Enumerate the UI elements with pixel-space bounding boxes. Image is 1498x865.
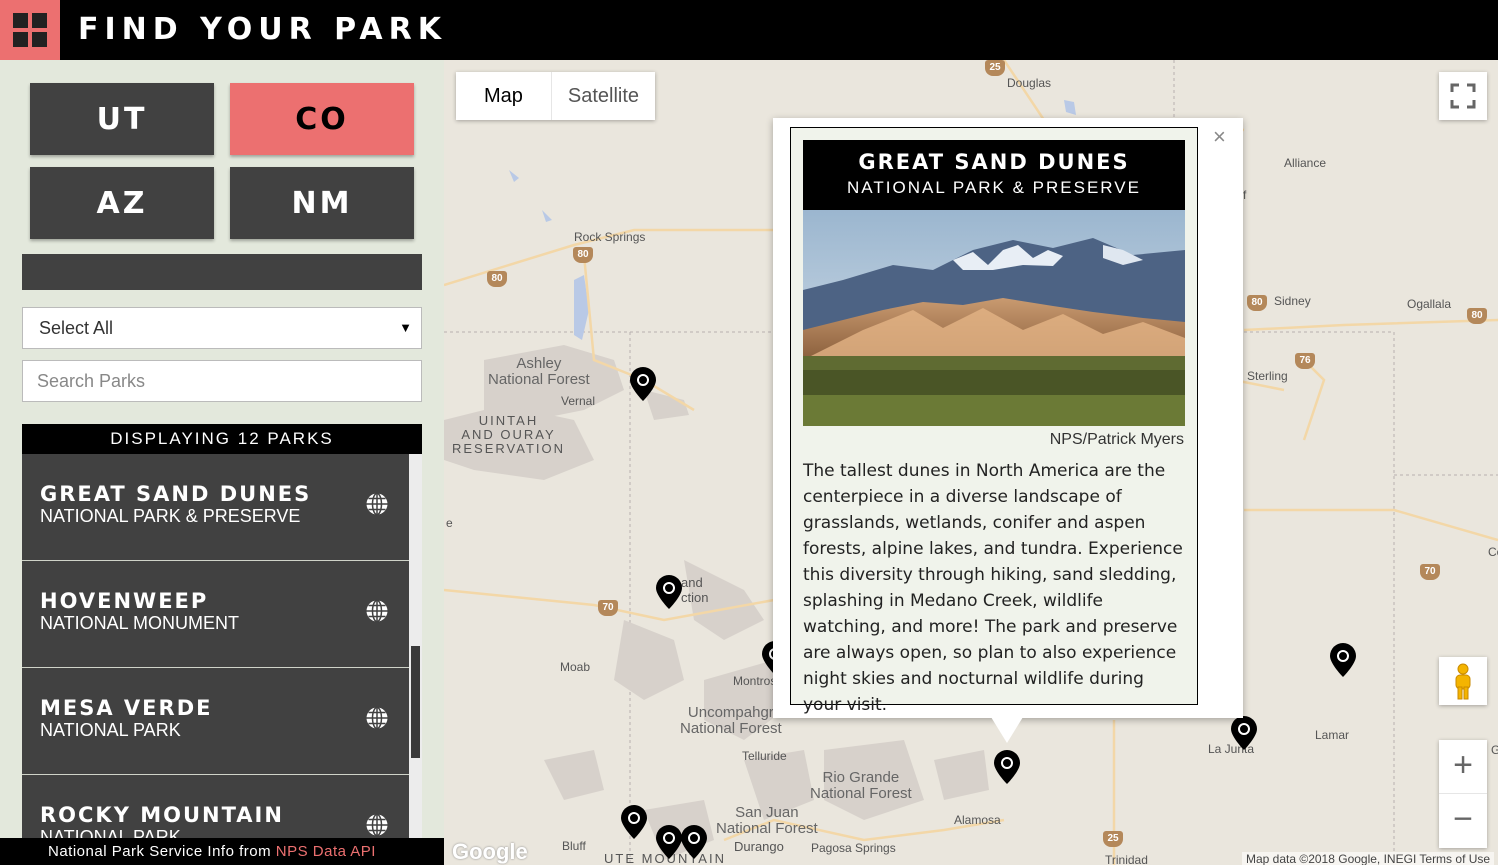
- state-button-co[interactable]: CO: [230, 83, 414, 155]
- photo-credit: NPS/Patrick Myers: [1049, 431, 1184, 448]
- park-name: HOVENWEEP: [40, 589, 209, 613]
- pegman-icon: [1455, 663, 1471, 700]
- highway-shield: 76: [1295, 353, 1315, 369]
- park-photo: [803, 210, 1185, 426]
- map-label-pagosa-springs: Pagosa Springs: [811, 841, 896, 855]
- park-list-item[interactable]: GREAT SAND DUNES NATIONAL PARK & PRESERV…: [22, 454, 409, 561]
- state-button-az[interactable]: AZ: [30, 167, 214, 239]
- map-label-montrose: Montros: [733, 674, 777, 688]
- highway-shield: 70: [1420, 564, 1440, 580]
- info-window-pointer: [991, 717, 1023, 743]
- map-label-bluff: Bluff: [562, 839, 586, 853]
- zoom-in-button[interactable]: +: [1439, 740, 1487, 794]
- park-marker-selected[interactable]: [992, 749, 1022, 785]
- map-label-san-juan: San Juan National Forest: [716, 804, 818, 837]
- info-card: GREAT SAND DUNES NATIONAL PARK & PRESERV…: [790, 127, 1198, 715]
- map-label-sterling: Sterling: [1247, 369, 1288, 383]
- park-marker[interactable]: [1328, 642, 1358, 678]
- nps-api-link[interactable]: NPS Data API: [276, 843, 376, 860]
- info-subtitle: NATIONAL PARK & PRESERVE: [847, 178, 1141, 197]
- map-label-rio-grande: Rio Grande National Forest: [810, 769, 912, 802]
- info-title: GREAT SAND DUNES: [858, 150, 1130, 174]
- map-label-durango: Durango: [734, 839, 784, 854]
- highway-shield: 80: [1467, 308, 1487, 324]
- map-label-edge-g: G: [1491, 743, 1498, 757]
- scrollbar-thumb[interactable]: [411, 646, 420, 758]
- highway-shield: 25: [1103, 831, 1123, 847]
- app-header: FIND YOUR PARK: [0, 0, 1498, 60]
- map-label-moab: Moab: [560, 660, 591, 674]
- map-view-button[interactable]: Map: [456, 72, 552, 120]
- state-button-ut[interactable]: UT: [30, 83, 214, 155]
- map-label-grand-junction: and ction: [681, 575, 709, 605]
- map[interactable]: Douglas Alliance Rock Springs Sidney Oga…: [444, 60, 1498, 865]
- park-info-window: × GREAT SAND DUNES NATIONAL PARK & PRESE…: [773, 118, 1243, 718]
- map-label-alliance: Alliance: [1284, 156, 1327, 170]
- park-marker[interactable]: [654, 574, 684, 610]
- map-type-control: Map Satellite: [456, 72, 656, 120]
- map-label-edge-f: f: [1243, 188, 1247, 202]
- globe-icon[interactable]: [365, 599, 389, 623]
- globe-icon[interactable]: [365, 813, 389, 837]
- highway-shield: 80: [1247, 295, 1267, 311]
- zoom-control: + −: [1439, 740, 1487, 848]
- map-label-ashley-forest: Ashley National Forest: [488, 355, 590, 388]
- park-name: GREAT SAND DUNES: [40, 482, 312, 506]
- park-list: GREAT SAND DUNES NATIONAL PARK & PRESERV…: [22, 454, 422, 865]
- map-label-edge-co: Co: [1488, 545, 1498, 559]
- park-marker[interactable]: [628, 366, 658, 402]
- state-button-nm[interactable]: NM: [230, 167, 414, 239]
- street-view-button[interactable]: [1439, 657, 1487, 705]
- map-label-telluride: Telluride: [742, 749, 787, 763]
- map-label-uintah: UINTAH AND OURAY RESERVATION: [452, 413, 566, 456]
- park-list-item[interactable]: HOVENWEEP NATIONAL MONUMENT: [22, 561, 409, 668]
- globe-icon[interactable]: [365, 706, 389, 730]
- close-icon[interactable]: ×: [1213, 124, 1226, 150]
- map-label-alamosa: Alamosa: [954, 813, 1001, 827]
- park-name: MESA VERDE: [40, 696, 213, 720]
- map-label-ogallala: Ogallala: [1407, 297, 1452, 311]
- info-header: GREAT SAND DUNES NATIONAL PARK & PRESERV…: [803, 140, 1185, 210]
- park-marker[interactable]: [1229, 715, 1259, 751]
- search-parks-input[interactable]: [22, 360, 422, 402]
- map-label-edge-e: e: [446, 516, 453, 530]
- map-label-rock-springs: Rock Springs: [574, 230, 646, 244]
- highway-shield: 80: [487, 271, 507, 287]
- park-type: NATIONAL MONUMENT: [40, 613, 240, 633]
- satellite-view-button[interactable]: Satellite: [552, 72, 655, 120]
- map-label-uncompahgre: Uncompahgr National Forest: [680, 704, 782, 737]
- park-description: The tallest dunes in North America are t…: [803, 461, 1183, 715]
- app-title: FIND YOUR PARK: [78, 12, 447, 47]
- map-attribution[interactable]: Map data ©2018 Google, INEGI Terms of Us…: [1242, 852, 1495, 865]
- grid-menu-icon[interactable]: [0, 0, 60, 60]
- park-count-label: DISPLAYING 12 PARKS: [22, 424, 422, 454]
- map-label-douglas: Douglas: [1007, 76, 1052, 90]
- park-marker[interactable]: [679, 824, 709, 860]
- highway-shield: 25: [985, 60, 1005, 76]
- zoom-out-button[interactable]: −: [1439, 794, 1487, 848]
- highway-shield: 80: [573, 247, 593, 263]
- dropdown-arrow-icon: ▼: [399, 320, 412, 335]
- park-type-select[interactable]: Select All ▼: [22, 307, 422, 349]
- globe-icon[interactable]: [365, 492, 389, 516]
- fullscreen-icon: [1450, 83, 1476, 109]
- select-value: Select All: [39, 318, 114, 338]
- footer-text: National Park Service Info from: [48, 843, 276, 860]
- park-type: NATIONAL PARK: [40, 720, 181, 740]
- park-list-scrollbar[interactable]: [409, 454, 422, 865]
- park-type: NATIONAL PARK & PRESERVE: [40, 506, 301, 526]
- map-label-trinidad: Trinidad: [1105, 853, 1148, 865]
- google-logo: Google: [452, 839, 528, 864]
- park-name: ROCKY MOUNTAIN: [40, 803, 284, 827]
- map-label-lamar: Lamar: [1315, 728, 1350, 742]
- sidebar: UT CO AZ NM Select All ▼ DISPLAYING 12 P…: [0, 60, 444, 865]
- fullscreen-button[interactable]: [1439, 72, 1487, 120]
- filter-bar: [22, 254, 422, 290]
- highway-shield: 70: [598, 600, 618, 616]
- park-marker[interactable]: [619, 804, 649, 840]
- map-label-sidney: Sidney: [1274, 294, 1311, 308]
- map-label-vernal: Vernal: [561, 394, 596, 408]
- footer-credit: National Park Service Info from NPS Data…: [0, 838, 444, 865]
- park-list-item[interactable]: MESA VERDE NATIONAL PARK: [22, 668, 409, 775]
